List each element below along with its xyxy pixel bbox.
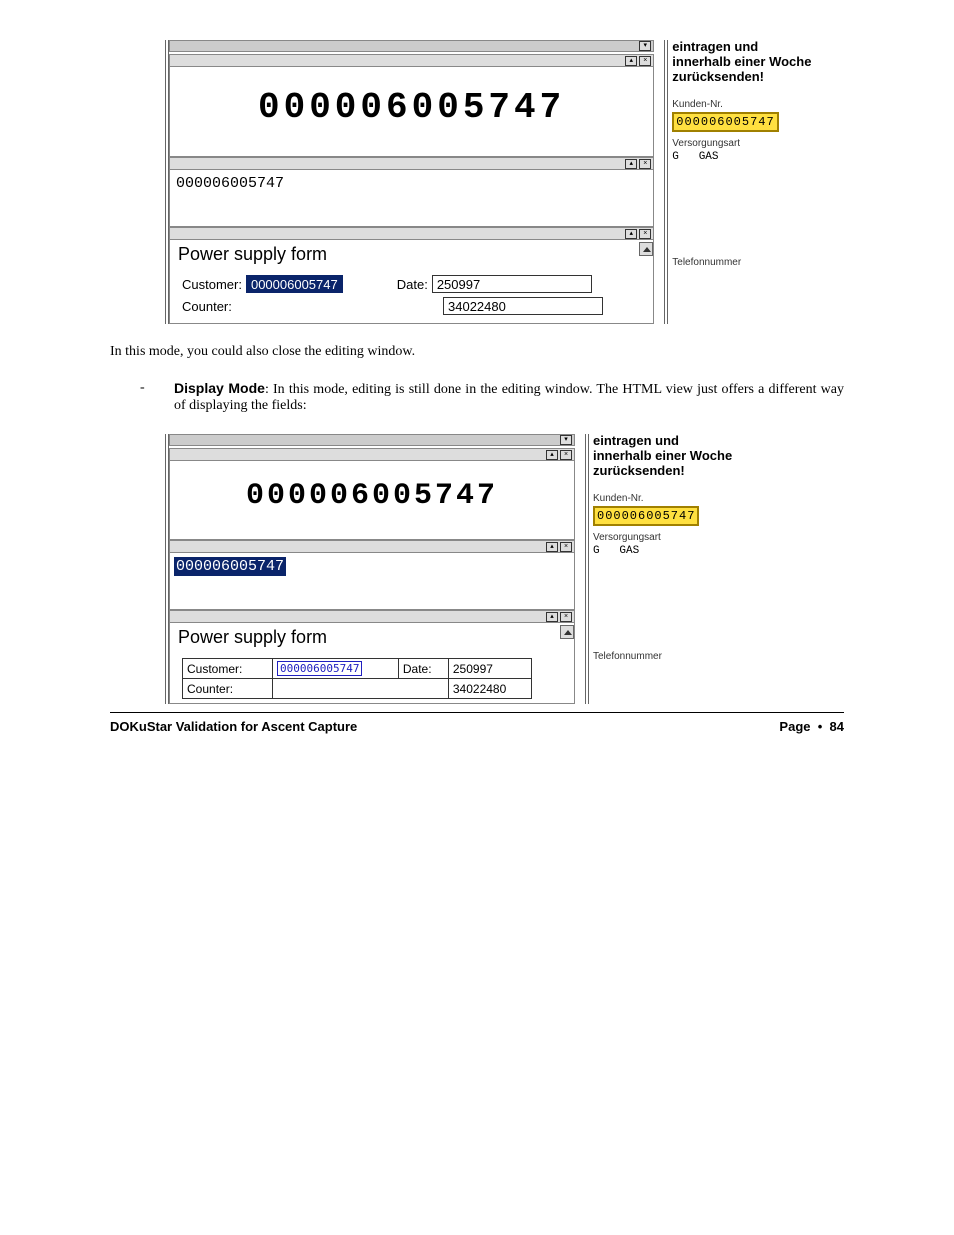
- table-row: Customer: 000006005747 Date: 250997: [183, 659, 532, 679]
- gas-row: G GAS: [593, 545, 765, 557]
- telefon-label: Telefonnummer: [593, 651, 765, 662]
- left-column: ▾ ▴ × 000006005747 ▴ × 000006005747 ▴ × …: [165, 434, 575, 704]
- edit-value[interactable]: 000006005747: [174, 174, 286, 193]
- date-cell[interactable]: 250997: [448, 659, 531, 679]
- versorgungsart-label: Versorgungsart: [672, 138, 844, 149]
- page-footer: DOKuStar Validation for Ascent Capture P…: [110, 712, 844, 734]
- customer-field[interactable]: 000006005747: [246, 275, 343, 293]
- scroll-up-icon[interactable]: [639, 242, 653, 256]
- html-form-pane: ▴ × Power supply form Customer: 00000600…: [169, 227, 654, 324]
- dropdown-icon[interactable]: ▾: [560, 435, 572, 445]
- date-label: Date:: [398, 659, 448, 679]
- pane-titlebar: ▴ ×: [170, 228, 653, 240]
- pin-icon[interactable]: ▴: [625, 159, 637, 169]
- pin-icon[interactable]: ▴: [546, 542, 558, 552]
- telefon-label: Telefonnummer: [672, 257, 844, 268]
- kunden-nr-value: 000006005747: [593, 506, 699, 526]
- pane-titlebar: ▴ ×: [170, 158, 653, 170]
- editing-pane: ▴ × 000006005747: [169, 540, 575, 610]
- pin-icon[interactable]: ▴: [546, 612, 558, 622]
- figure-display-mode: ▾ ▴ × 000006005747 ▴ × 000006005747 ▴ × …: [165, 434, 844, 704]
- kunden-nr-label: Kunden-Nr.: [672, 99, 844, 110]
- close-icon[interactable]: ×: [560, 450, 572, 460]
- customer-label: Customer:: [182, 277, 242, 292]
- pin-icon[interactable]: ▴: [625, 56, 637, 66]
- date-label: Date:: [397, 277, 428, 292]
- customer-label: Customer:: [183, 659, 273, 679]
- form-title: Power supply form: [178, 627, 570, 648]
- close-icon[interactable]: ×: [639, 159, 651, 169]
- customer-cell[interactable]: 000006005747: [273, 659, 399, 679]
- kunden-nr-label: Kunden-Nr.: [593, 493, 765, 504]
- scroll-up-icon[interactable]: [560, 625, 574, 639]
- right-column: eintragen und innerhalb einer Woche zurü…: [585, 434, 765, 704]
- ocr-image-pane: ▴ × 000006005747: [169, 448, 575, 540]
- counter-cell[interactable]: 34022480: [448, 679, 531, 699]
- dropdown-bar: ▾: [169, 434, 575, 446]
- footer-page: Page • 84: [779, 719, 844, 734]
- form-row-customer: Customer: 000006005747 Date: 250997: [182, 275, 649, 293]
- gas-row: G GAS: [672, 151, 844, 163]
- close-icon[interactable]: ×: [560, 612, 572, 622]
- pane-titlebar: ▴ ×: [170, 449, 574, 461]
- counter-label: Counter:: [183, 679, 273, 699]
- left-column: ▾ ▴ × 000006005747 ▴ × 000006005747 ▴ × …: [165, 40, 654, 324]
- display-mode-label: Display Mode: [174, 380, 265, 396]
- editing-pane: ▴ × 000006005747: [169, 157, 654, 227]
- figure-edit-mode: ▾ ▴ × 000006005747 ▴ × 000006005747 ▴ × …: [165, 40, 844, 324]
- close-icon[interactable]: ×: [639, 229, 651, 239]
- display-table: Customer: 000006005747 Date: 250997 Coun…: [182, 658, 532, 699]
- pane-titlebar: ▴ ×: [170, 611, 574, 623]
- pin-icon[interactable]: ▴: [625, 229, 637, 239]
- right-heading: eintragen und innerhalb einer Woche zurü…: [672, 40, 844, 85]
- kunden-nr-value: 000006005747: [672, 112, 778, 132]
- pin-icon[interactable]: ▴: [546, 450, 558, 460]
- dropdown-bar: ▾: [169, 40, 654, 52]
- date-field[interactable]: 250997: [432, 275, 592, 293]
- close-icon[interactable]: ×: [639, 56, 651, 66]
- bullet-display-mode: - Display Mode: In this mode, editing is…: [140, 380, 844, 414]
- versorgungsart-label: Versorgungsart: [593, 532, 765, 543]
- right-heading: eintragen und innerhalb einer Woche zurü…: [593, 434, 765, 479]
- pane-titlebar: ▴ ×: [170, 55, 653, 67]
- dropdown-icon[interactable]: ▾: [639, 41, 651, 51]
- bullet-text: Display Mode: In this mode, editing is s…: [174, 380, 844, 414]
- ocr-number-display: 000006005747: [174, 71, 649, 152]
- html-form-pane: ▴ × Power supply form Customer: 00000600…: [169, 610, 575, 704]
- pane-titlebar: ▴ ×: [170, 541, 574, 553]
- table-row: Counter: 34022480: [183, 679, 532, 699]
- close-icon[interactable]: ×: [560, 542, 572, 552]
- ocr-image-pane: ▴ × 000006005747: [169, 54, 654, 157]
- form-row-counter: Counter: 34022480: [182, 297, 649, 315]
- paragraph-close-edit: In this mode, you could also close the e…: [110, 344, 844, 360]
- ocr-number-display: 000006005747: [174, 465, 570, 535]
- right-column: eintragen und innerhalb einer Woche zurü…: [664, 40, 844, 324]
- edit-value-selected[interactable]: 000006005747: [174, 557, 286, 576]
- footer-title: DOKuStar Validation for Ascent Capture: [110, 719, 357, 734]
- form-title: Power supply form: [178, 244, 649, 265]
- bullet-dash: -: [140, 380, 150, 414]
- counter-field[interactable]: 34022480: [443, 297, 603, 315]
- counter-label: Counter:: [182, 299, 250, 314]
